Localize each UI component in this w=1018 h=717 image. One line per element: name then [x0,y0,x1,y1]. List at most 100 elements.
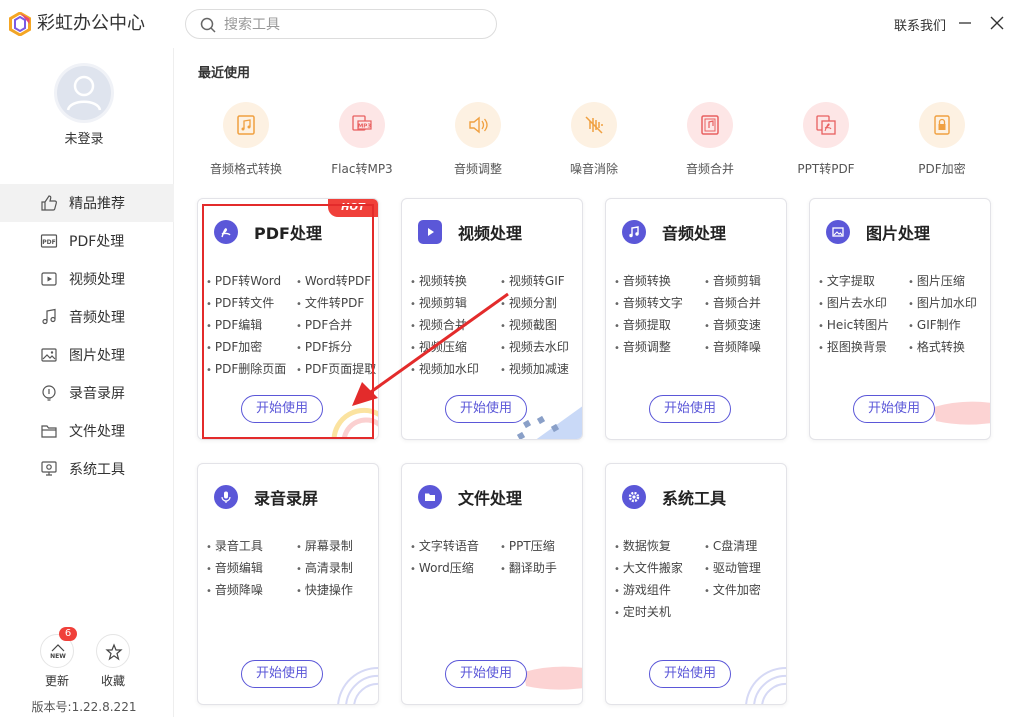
feature-link[interactable]: PDF编辑 [206,316,262,333]
feature-link[interactable]: 格式转换 [908,338,965,355]
feature-link[interactable]: PPT压缩 [500,537,555,554]
update-label: 更新 [44,674,69,688]
feature-link[interactable]: 音频合并 [704,294,761,311]
feature-link[interactable]: 视频转换 [410,272,467,289]
feature-link[interactable]: 定时关机 [614,603,671,620]
feature-link[interactable]: 音频剪辑 [704,272,761,289]
feature-link[interactable]: 视频剪辑 [410,294,467,311]
sidebar-item-pdf[interactable]: PDF PDF处理 [0,222,174,260]
feature-link[interactable]: 文字转语音 [410,537,479,554]
card-video[interactable]: 视频处理 视频转换 视频转GIF 视频剪辑 视频分割 视频合并 视频截图 视频压… [401,198,583,440]
feature-link[interactable]: 游戏组件 [614,581,671,598]
recent-item-audio-adjust[interactable]: 音频调整 [428,100,528,180]
contact-us-link[interactable]: 联系我们 [894,15,946,34]
feature-link[interactable]: GIF制作 [908,316,961,333]
start-button[interactable]: 开始使用 [649,395,731,423]
feature-link[interactable]: 录音工具 [206,537,263,554]
feature-link[interactable]: 音频转文字 [614,294,683,311]
feature-link[interactable]: 音频提取 [614,316,671,333]
card-audio[interactable]: 音频处理 音频转换 音频剪辑 音频转文字 音频合并 音频提取 音频变速 音频调整… [605,198,787,440]
start-button[interactable]: 开始使用 [649,660,731,688]
sidebar-item-recommended[interactable]: 精品推荐 [0,184,174,222]
feature-link[interactable]: 图片加水印 [908,294,977,311]
feature-link[interactable]: 视频分割 [500,294,557,311]
feature-link[interactable]: 视频去水印 [500,338,569,355]
svg-text:PDF: PDF [42,239,55,246]
avatar[interactable] [57,66,111,120]
feature-link[interactable]: 图片压缩 [908,272,965,289]
feature-link[interactable]: 音频调整 [614,338,671,355]
sidebar-item-audio[interactable]: 音频处理 [0,298,174,336]
recent-item-flac-mp3[interactable]: MP3 Flac转MP3 [312,100,412,180]
sidebar-item-label: 音频处理 [69,310,125,326]
recent-item-pdf-encrypt[interactable]: PDF加密 [892,100,992,180]
feature-link[interactable]: PDF加密 [206,338,262,355]
feature-link[interactable]: 文件转PDF [296,294,364,311]
feature-link[interactable]: 翻译助手 [500,559,557,576]
search-box[interactable] [185,9,497,39]
feature-link[interactable]: PDF拆分 [296,338,352,355]
sidebar-item-recording[interactable]: 录音录屏 [0,374,174,412]
update-button[interactable]: NEW 6 [40,627,77,668]
feature-link[interactable]: PDF删除页面 [206,360,286,377]
feature-link[interactable]: 视频合并 [410,316,467,333]
feature-link[interactable]: 视频截图 [500,316,557,333]
favorite-button[interactable] [96,634,130,668]
audio-merge-icon [701,115,719,135]
feature-link[interactable]: 数据恢复 [614,537,671,554]
update-count-badge: 6 [59,627,77,641]
recent-item-ppt-pdf[interactable]: PPT转PDF [776,100,876,180]
minimize-icon[interactable] [956,14,974,32]
feature-link[interactable]: 快捷操作 [296,581,353,598]
feature-link[interactable]: 视频压缩 [410,338,467,355]
feature-link[interactable]: 文字提取 [818,272,875,289]
feature-link[interactable]: 音频降噪 [206,581,263,598]
recent-item-audio-format[interactable]: 音频格式转换 [196,100,296,180]
card-system[interactable]: 系统工具 数据恢复 C盘清理 大文件搬家 驱动管理 游戏组件 文件加密 定时关机… [605,463,787,705]
recent-item-audio-merge[interactable]: 音频合并 [660,100,760,180]
feature-link[interactable]: 音频变速 [704,316,761,333]
feature-link[interactable]: PDF转Word [206,272,281,289]
folder-icon [425,493,435,501]
feature-link[interactable]: 高清录制 [296,559,353,576]
feature-link[interactable]: 音频降噪 [704,338,761,355]
feature-link[interactable]: 图片去水印 [818,294,887,311]
feature-link[interactable]: Heic转图片 [818,316,889,333]
login-status[interactable]: 未登录 [0,128,168,147]
start-button[interactable]: 开始使用 [853,395,935,423]
start-button[interactable]: 开始使用 [445,395,527,423]
feature-link[interactable]: C盘清理 [704,537,757,554]
card-file[interactable]: 文件处理 文字转语音 PPT压缩 Word压缩 翻译助手 开始使用 [401,463,583,705]
feature-link[interactable]: 屏幕录制 [296,537,353,554]
close-icon[interactable] [988,14,1006,32]
start-button[interactable]: 开始使用 [445,660,527,688]
recent-item-label: 音频调整 [453,162,502,176]
start-button[interactable]: 开始使用 [241,395,323,423]
feature-link[interactable]: 文件加密 [704,581,761,598]
feature-link[interactable]: 驱动管理 [704,559,761,576]
sidebar-item-system[interactable]: 系统工具 [0,450,174,488]
card-pdf[interactable]: HOT PDF处理 PDF转Word Word转PDF PDF转文件 文件转PD… [197,198,379,440]
start-button[interactable]: 开始使用 [241,660,323,688]
star-icon [105,643,123,661]
feature-link[interactable]: PDF页面提取 [296,360,376,377]
feature-link[interactable]: PDF转文件 [206,294,274,311]
feature-link[interactable]: Word转PDF [296,272,371,289]
recent-item-noise-removal[interactable]: 噪音消除 [544,100,644,180]
feature-link[interactable]: 抠图换背景 [818,338,887,355]
search-input[interactable] [224,15,484,35]
feature-link[interactable]: 音频编辑 [206,559,263,576]
sidebar-item-video[interactable]: 视频处理 [0,260,174,298]
card-image[interactable]: 图片处理 文字提取 图片压缩 图片去水印 图片加水印 Heic转图片 GIF制作… [809,198,991,440]
card-recording[interactable]: 录音录屏 录音工具 屏幕录制 音频编辑 高清录制 音频降噪 快捷操作 开始使用 [197,463,379,705]
sidebar-item-file[interactable]: 文件处理 [0,412,174,450]
feature-link[interactable]: 大文件搬家 [614,559,683,576]
feature-link[interactable]: 音频转换 [614,272,671,289]
feature-link[interactable]: 视频转GIF [500,272,565,289]
microphone-icon [221,491,231,503]
feature-link[interactable]: 视频加水印 [410,360,479,377]
feature-link[interactable]: PDF合并 [296,316,352,333]
feature-link[interactable]: Word压缩 [410,559,474,576]
feature-link[interactable]: 视频加减速 [500,360,569,377]
sidebar-item-image[interactable]: 图片处理 [0,336,174,374]
